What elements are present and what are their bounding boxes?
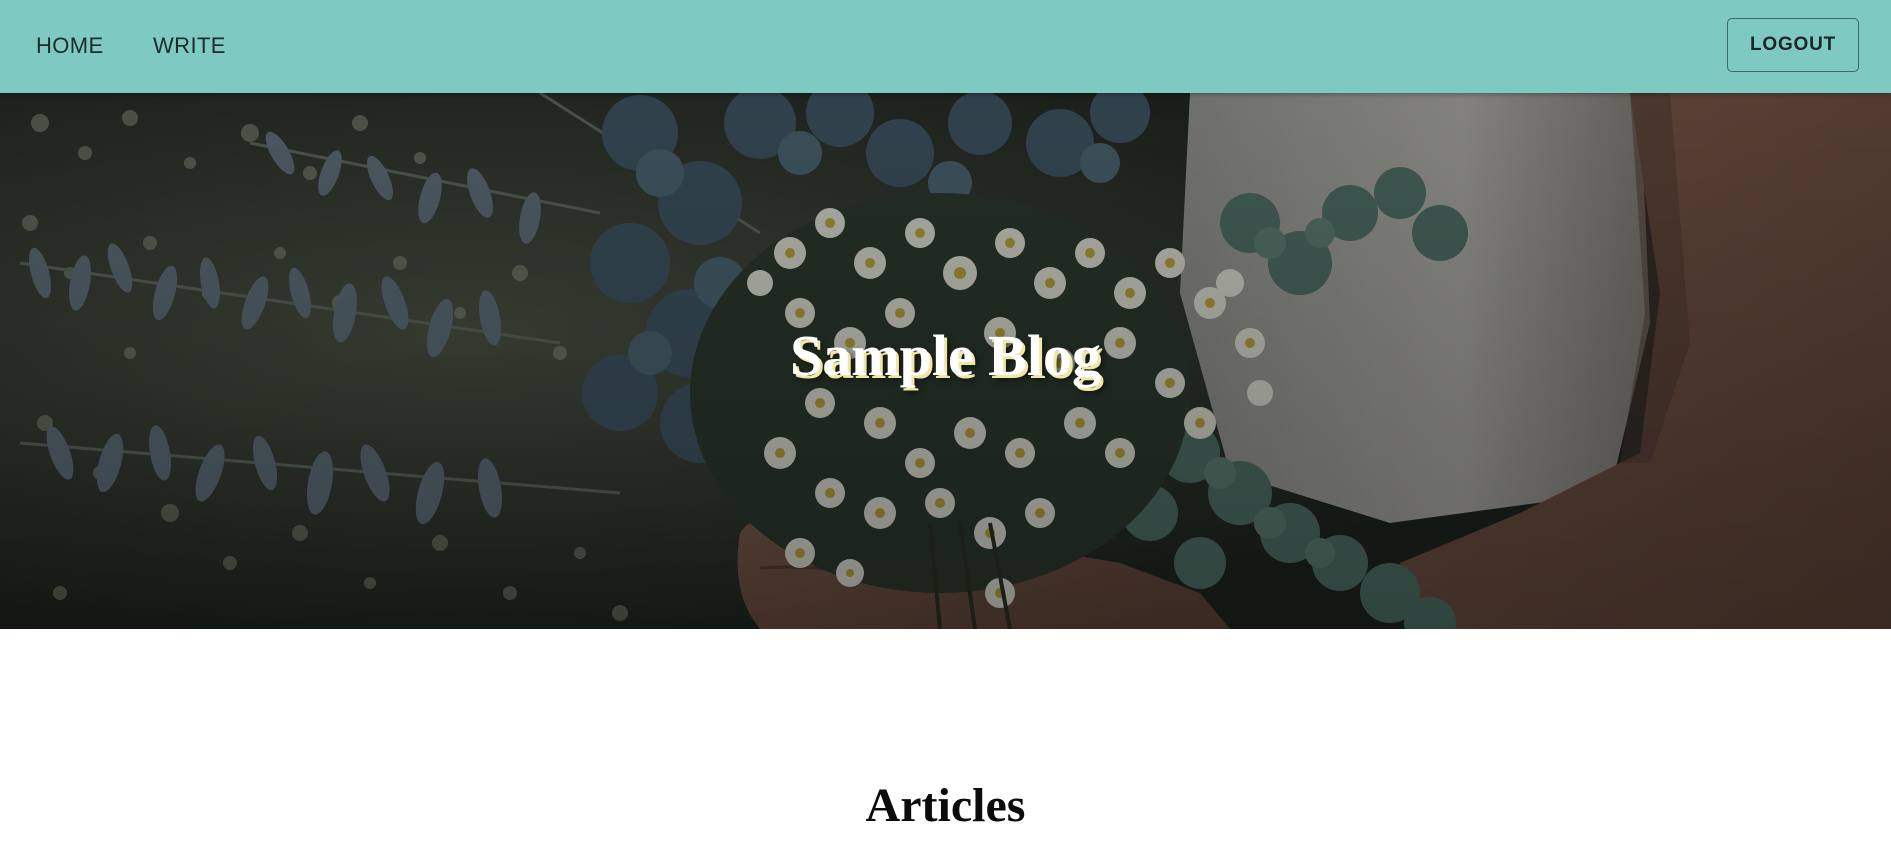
nav-link-home[interactable]: HOME <box>36 33 104 59</box>
top-navbar: HOME WRITE LOGOUT <box>0 0 1891 93</box>
logout-button[interactable]: LOGOUT <box>1727 18 1859 72</box>
nav-link-write[interactable]: WRITE <box>153 33 226 59</box>
hero-banner: Sample Blog <box>0 93 1891 629</box>
articles-heading: Articles <box>865 779 1026 832</box>
hero-title: Sample Blog <box>790 322 1101 388</box>
